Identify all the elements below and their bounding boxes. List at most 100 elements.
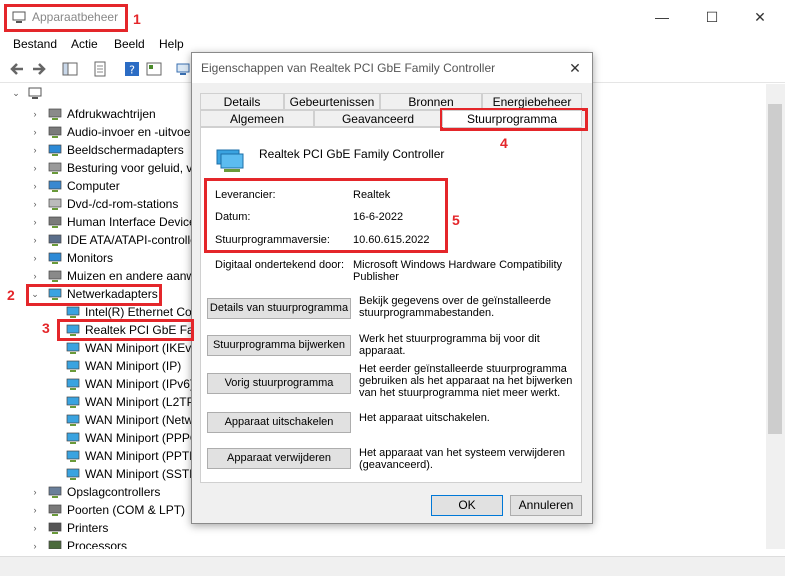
chevron-right-icon[interactable]: › (30, 249, 40, 267)
tree-item-label[interactable]: Human Interface Devices (67, 213, 202, 231)
ok-button[interactable]: OK (431, 495, 503, 516)
tree-item-label[interactable]: Dvd-/cd-rom-stations (67, 195, 178, 213)
port-icon (48, 504, 62, 516)
hid-icon (48, 216, 62, 228)
tab-algemeen[interactable]: Algemeen (200, 110, 314, 127)
annotation-number-3: 3 (42, 320, 50, 336)
chevron-right-icon[interactable]: › (30, 267, 40, 285)
cancel-button[interactable]: Annuleren (510, 495, 582, 516)
menu-bar: Bestand Actie Beeld Help (0, 34, 785, 54)
properties-dialog: Eigenschappen van Realtek PCI GbE Family… (191, 52, 593, 524)
printer-queue-icon (48, 108, 62, 120)
chevron-right-icon[interactable]: › (30, 231, 40, 249)
tree-item-label[interactable]: WAN Miniport (SSTP) (85, 465, 201, 483)
tree-item-label[interactable]: Poorten (COM & LPT) (67, 501, 185, 519)
tree-item-label[interactable]: Computer (67, 177, 120, 195)
scan-hardware-icon[interactable] (176, 61, 192, 77)
annotation-number-1: 1 (133, 11, 141, 27)
annotation-number-5: 5 (452, 212, 460, 228)
annotation-box-1 (4, 4, 128, 32)
tree-item-label[interactable]: Processors (67, 537, 127, 549)
help-icon[interactable]: ? (124, 61, 140, 77)
chevron-right-icon[interactable]: › (30, 141, 40, 159)
monitor-icon (48, 252, 62, 264)
chevron-right-icon[interactable]: › (30, 195, 40, 213)
network-adapter-icon (66, 396, 80, 408)
chevron-right-icon[interactable]: › (30, 177, 40, 195)
sound-icon (48, 162, 62, 174)
chevron-right-icon[interactable]: › (30, 519, 40, 537)
uninstall-device-desc: Het apparaat van het systeem verwijderen… (359, 447, 566, 471)
show-hide-console-tree-icon[interactable] (62, 61, 78, 77)
rollback-driver-desc: Het eerder geïnstalleerde stuurprogramma… (359, 363, 573, 399)
menu-actie[interactable]: Actie (71, 37, 98, 51)
printer-icon (48, 522, 62, 534)
tree-item-label[interactable]: Opslagcontrollers (67, 483, 160, 501)
driver-details-button[interactable]: Details van stuurprogramma (207, 298, 351, 319)
tree-item-label[interactable]: Afdrukwachtrijen (67, 105, 156, 123)
annotation-box-2 (26, 284, 162, 306)
dialog-title-bar: Eigenschappen van Realtek PCI GbE Family… (192, 53, 592, 83)
network-adapter-icon (66, 360, 80, 372)
tab-details[interactable]: Details (200, 93, 284, 110)
tree-item-label[interactable]: WAN Miniport (IP) (85, 357, 181, 375)
tree-item-label[interactable]: Audio-invoer en -uitvoer (67, 123, 194, 141)
chevron-right-icon[interactable]: › (30, 213, 40, 231)
chevron-right-icon[interactable]: › (30, 537, 40, 549)
tree-item-label[interactable]: WAN Miniport (IPv6) (85, 375, 194, 393)
minimize-button[interactable]: — (647, 6, 677, 28)
chevron-right-icon[interactable]: › (30, 159, 40, 177)
vertical-scrollbar-thumb[interactable] (768, 104, 782, 434)
network-adapter-icon (66, 342, 80, 354)
network-adapter-icon (66, 432, 80, 444)
chevron-right-icon[interactable]: › (30, 123, 40, 141)
tab-gebeurtenissen[interactable]: Gebeurtenissen (284, 93, 380, 110)
chevron-down-icon[interactable]: ⌄ (11, 84, 21, 102)
disable-device-button[interactable]: Apparaat uitschakelen (207, 412, 351, 433)
tab-stuurprogramma[interactable]: Stuurprogramma (442, 110, 582, 127)
view-icon[interactable] (146, 61, 162, 77)
tree-item-label[interactable]: Printers (67, 519, 108, 537)
rollback-driver-button[interactable]: Vorig stuurprogramma (207, 373, 351, 394)
menu-bestand[interactable]: Bestand (13, 37, 57, 51)
svg-text:?: ? (129, 64, 135, 77)
forward-arrow-icon[interactable] (31, 61, 47, 77)
maximize-button[interactable]: ☐ (697, 6, 727, 28)
network-adapter-icon (216, 149, 244, 172)
driver-details-desc: Bekijk gegevens over de geïnstalleerde s… (359, 295, 552, 319)
uninstall-device-button[interactable]: Apparaat verwijderen (207, 448, 351, 469)
speaker-icon (48, 126, 62, 138)
tree-item-label[interactable]: Beeldschermadapters (67, 141, 184, 159)
network-adapter-icon (66, 450, 80, 462)
annotation-box-5 (204, 178, 448, 253)
menu-help[interactable]: Help (159, 37, 184, 51)
computer-icon (48, 180, 62, 192)
processor-icon (48, 540, 62, 549)
tree-item-label[interactable]: WAN Miniport (L2TP) (85, 393, 199, 411)
chevron-right-icon[interactable]: › (30, 483, 40, 501)
dvd-icon (48, 198, 62, 210)
update-driver-button[interactable]: Stuurprogramma bijwerken (207, 335, 351, 356)
storage-icon (48, 486, 62, 498)
disable-device-desc: Het apparaat uitschakelen. (359, 412, 490, 424)
update-driver-desc: Werk het stuurprogramma bij voor dit app… (359, 333, 540, 357)
back-arrow-icon[interactable] (9, 61, 25, 77)
display-adapter-icon (48, 144, 62, 156)
ide-icon (48, 234, 62, 246)
tree-item-label[interactable]: Monitors (67, 249, 113, 267)
tab-geavanceerd[interactable]: Geavanceerd (314, 110, 442, 127)
network-adapter-icon (66, 468, 80, 480)
chevron-right-icon[interactable]: › (30, 105, 40, 123)
dialog-close-button[interactable]: ✕ (564, 57, 586, 79)
tree-item-label[interactable]: WAN Miniport (PPTP) (85, 447, 201, 465)
tree-item-label[interactable]: IDE ATA/ATAPI-controllers (67, 231, 207, 249)
menu-beeld[interactable]: Beeld (114, 37, 145, 51)
network-adapter-icon (66, 414, 80, 426)
signer-value: Microsoft Windows Hardware Compatibility… (353, 259, 563, 283)
chevron-right-icon[interactable]: › (30, 501, 40, 519)
network-adapter-icon (66, 306, 80, 318)
tree-item-label[interactable]: WAN Miniport (IKEv2) (85, 339, 202, 357)
dialog-title: Eigenschappen van Realtek PCI GbE Family… (201, 61, 496, 75)
close-button[interactable]: ✕ (745, 6, 775, 28)
properties-icon[interactable] (92, 61, 108, 77)
